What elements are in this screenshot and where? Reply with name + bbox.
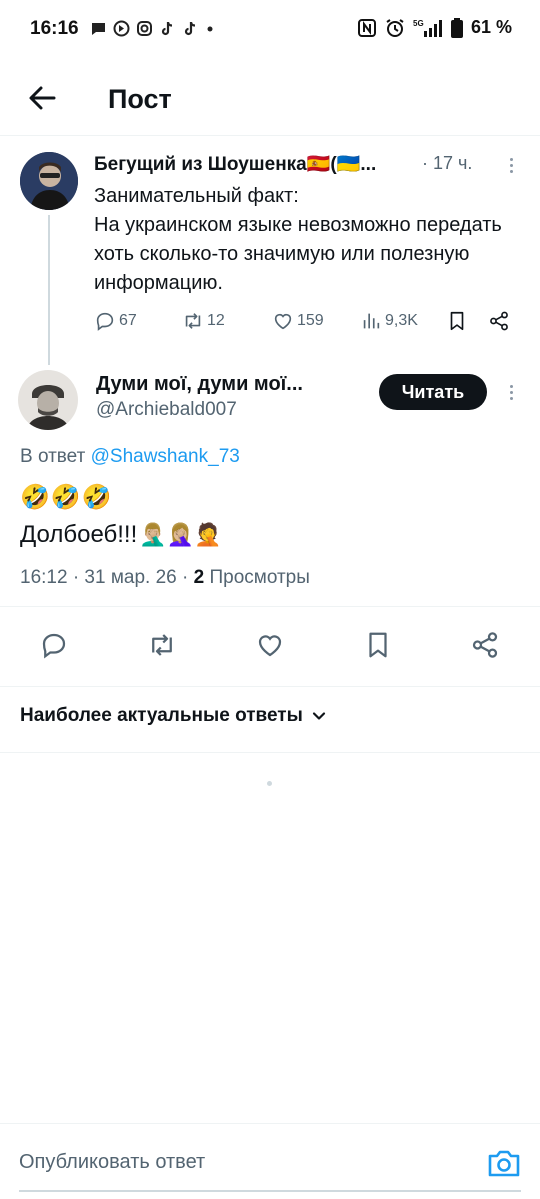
replies-sort-dropdown[interactable]: Наиболее актуальные ответы: [20, 705, 327, 727]
divider-top-actions: [0, 606, 540, 607]
camera-icon[interactable]: [487, 1148, 521, 1178]
main-repost-button[interactable]: [142, 625, 182, 665]
main-tweet-text: Долбоеб!!! 🤦🏼‍♂️🤦🏼‍♀️🤦: [20, 521, 221, 549]
page-title: Пост: [108, 84, 172, 114]
main-tweet-meta: 16:12 · 31 мар. 26 · 2 Просмотры: [20, 567, 310, 589]
back-arrow-icon[interactable]: [24, 80, 60, 116]
share-icon: [472, 632, 498, 658]
repost-icon: [152, 634, 172, 656]
main-reply-button[interactable]: [34, 625, 74, 665]
heart-icon: [274, 313, 292, 330]
parent-more-icon[interactable]: [498, 152, 524, 178]
parent-tweet-time: · 17 ч.: [422, 153, 473, 173]
main-author-name[interactable]: Думи мої, думи мої...: [96, 373, 303, 396]
more-notifications-dot-icon: [207, 26, 213, 32]
main-tweet-views-count: 2: [193, 567, 205, 588]
battery-icon: [450, 17, 463, 38]
instagram-notification-icon: [137, 21, 152, 36]
main-tweet-views-label: Просмотры: [204, 567, 310, 588]
signal-5g-icon: 5G: [413, 19, 442, 37]
heart-icon: [258, 635, 282, 657]
views-chart-icon: [363, 313, 380, 329]
parent-repost-count: 12: [207, 312, 225, 329]
main-tweet-timestamp: 16:12 · 31 мар. 26 ·: [20, 567, 194, 588]
nfc-icon: [357, 18, 376, 37]
main-like-button[interactable]: [250, 625, 290, 665]
repost-icon: [185, 313, 201, 329]
loading-indicator: [267, 781, 272, 786]
reply-to-line: В ответ @Shawshank_73: [20, 446, 240, 468]
bookmark-icon: [450, 311, 464, 331]
parent-views-count: 9,3K: [385, 312, 418, 329]
main-tweet-text-body: Долбоеб!!!: [20, 521, 138, 548]
main-bookmark-button[interactable]: [358, 625, 398, 665]
main-actions: [0, 625, 540, 665]
parent-tweet[interactable]: Бегущий из Шоушенка🇪🇸(🇺🇦... · 17 ч. Зани…: [0, 137, 540, 365]
parent-reply-count: 67: [119, 312, 137, 329]
tiktok-notification-icon: [161, 21, 173, 36]
parent-reply-button[interactable]: 67: [94, 310, 137, 332]
follow-button[interactable]: Читать: [379, 374, 487, 410]
parent-share-button[interactable]: [488, 310, 510, 332]
parent-text-line-2: На украинском языке невозможно передать …: [94, 214, 502, 294]
chevron-down-icon: [312, 712, 325, 720]
app-notification-icon: [113, 20, 130, 37]
notification-icons: [90, 20, 215, 37]
parent-bookmark-button[interactable]: [446, 310, 468, 332]
composer-underline: [19, 1190, 521, 1192]
divider-replies: [0, 752, 540, 753]
main-author-handle[interactable]: @Archiebald007: [96, 399, 237, 421]
replies-sort-label: Наиболее актуальные ответы: [20, 705, 303, 726]
tiktok-notification-icon-2: [184, 21, 196, 36]
parent-actions: 67 12 159 9,3K: [94, 310, 524, 340]
alarm-icon: [386, 18, 404, 37]
reply-input[interactable]: Опубликовать ответ: [19, 1151, 205, 1174]
parent-author-avatar[interactable]: [20, 152, 78, 210]
share-icon: [490, 311, 508, 331]
parent-like-button[interactable]: 159: [272, 310, 324, 332]
battery-percent: 61 %: [470, 17, 512, 37]
main-tweet-emojis: 🤣🤣🤣: [20, 484, 113, 511]
parent-repost-button[interactable]: 12: [182, 310, 225, 332]
bookmark-icon: [369, 632, 387, 658]
main-tweet-text-emojis: 🤦🏼‍♂️🤦🏼‍♀️🤦: [139, 522, 222, 547]
status-right: 5G 61 %: [357, 17, 512, 38]
parent-like-count: 159: [297, 312, 324, 329]
parent-tweet-text: Занимательный факт: На украинском языке …: [94, 182, 524, 298]
parent-text-line-1: Занимательный факт:: [94, 185, 299, 207]
parent-author-name[interactable]: Бегущий из Шоушенка🇪🇸(🇺🇦...: [94, 152, 424, 176]
reply-composer: Опубликовать ответ: [0, 1123, 540, 1199]
reply-icon: [42, 633, 66, 659]
main-more-icon[interactable]: [498, 379, 524, 405]
status-bar: 16:16 5G 61 %: [0, 0, 540, 64]
reply-to-prefix: В ответ: [20, 446, 91, 467]
divider-bottom-actions: [0, 686, 540, 687]
thread-connector: [48, 215, 50, 365]
post-header: Пост: [0, 64, 540, 136]
main-author-avatar[interactable]: [18, 370, 78, 430]
reply-icon: [96, 312, 114, 331]
svg-text:5G: 5G: [413, 19, 424, 28]
status-time: 16:16: [30, 18, 79, 39]
main-share-button[interactable]: [465, 625, 505, 665]
chat-notification-icon: [92, 23, 105, 35]
reply-to-mention-link[interactable]: @Shawshank_73: [91, 446, 240, 467]
parent-views-button[interactable]: 9,3K: [360, 310, 418, 332]
